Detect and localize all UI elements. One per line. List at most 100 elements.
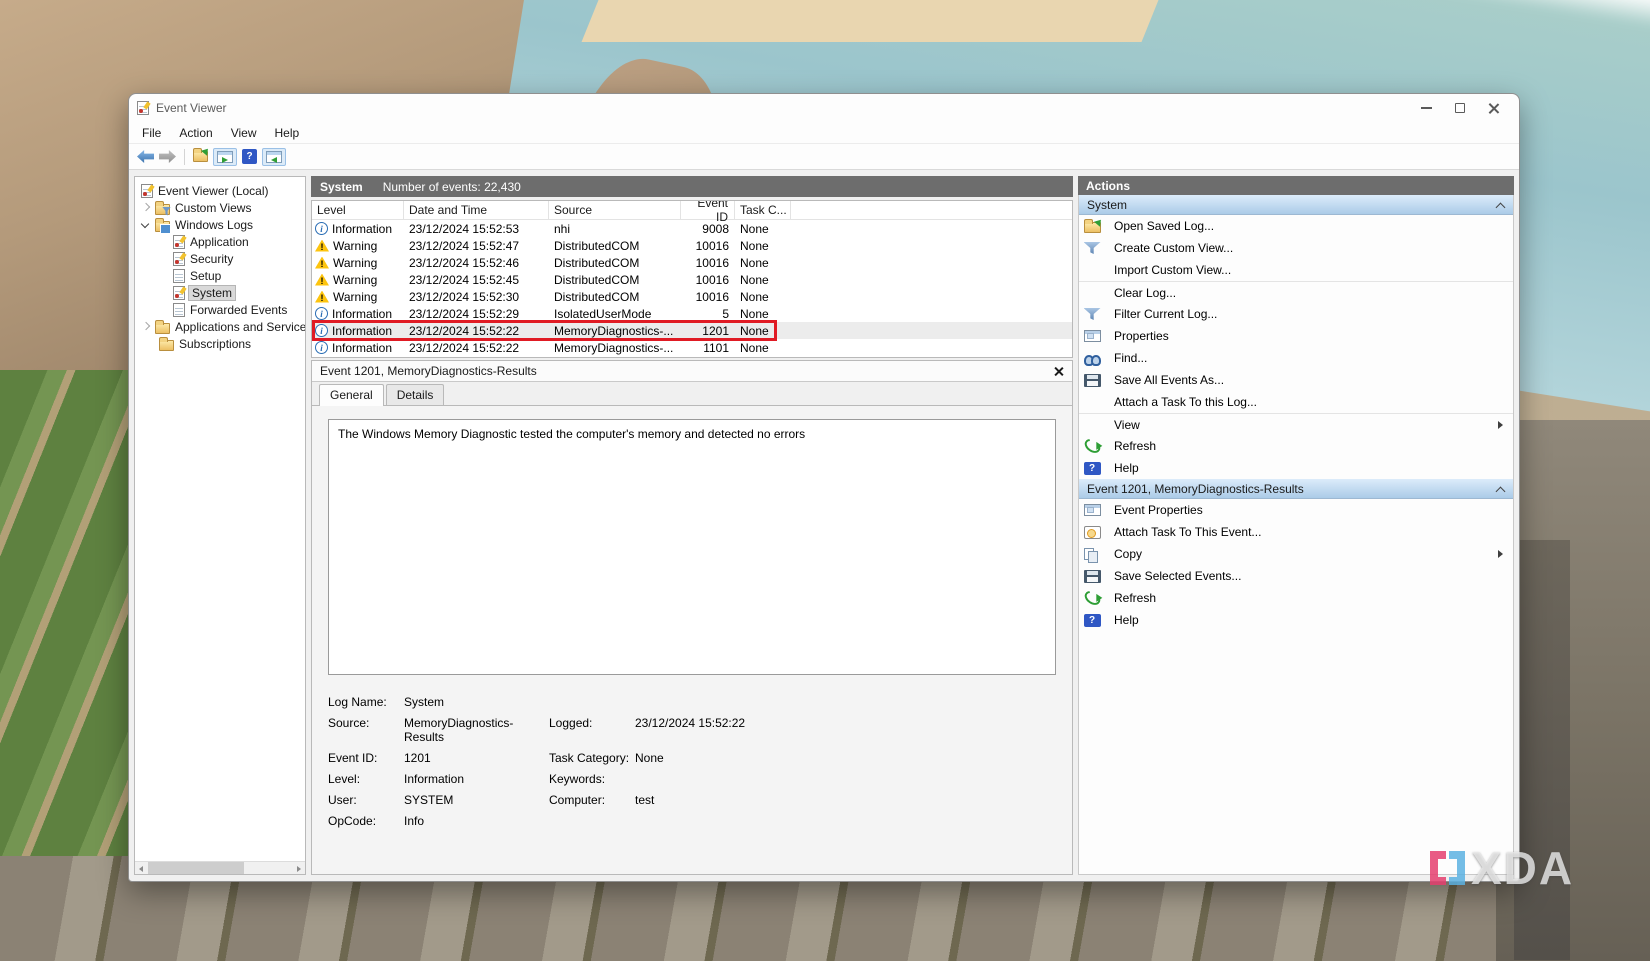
menu-action[interactable]: Action: [170, 124, 221, 142]
forward-icon[interactable]: [159, 150, 176, 163]
menu-file[interactable]: File: [133, 124, 170, 142]
tree-item-custom-views[interactable]: Custom Views: [135, 199, 305, 216]
field-label: OpCode:: [328, 814, 404, 828]
column-header-date[interactable]: Date and Time: [404, 201, 549, 219]
tree-item-event-viewer-local[interactable]: Event Viewer (Local): [135, 182, 305, 199]
field-label: Task Category:: [549, 751, 635, 765]
column-header-level[interactable]: Level: [312, 201, 404, 219]
field-value: [635, 772, 1056, 786]
action-help-event[interactable]: Help: [1079, 609, 1513, 631]
table-row[interactable]: Warning 23/12/2024 15:52:45 DistributedC…: [312, 271, 1072, 288]
tree-item-forwarded-events[interactable]: Forwarded Events: [135, 301, 305, 318]
column-header-task[interactable]: Task C...: [735, 201, 791, 219]
action-refresh[interactable]: Refresh: [1079, 435, 1513, 457]
action-open-saved-log[interactable]: Open Saved Log...: [1079, 215, 1513, 237]
show-action-pane-button[interactable]: [262, 148, 286, 166]
field-label: Logged:: [549, 716, 635, 744]
action-event-properties[interactable]: Event Properties: [1079, 499, 1513, 521]
action-attach-task-event[interactable]: Attach Task To This Event...: [1079, 521, 1513, 543]
table-row-selected[interactable]: Information 23/12/2024 15:52:22 MemoryDi…: [312, 322, 1072, 339]
action-save-all-events[interactable]: Save All Events As...: [1079, 369, 1513, 391]
action-save-selected-events[interactable]: Save Selected Events...: [1079, 565, 1513, 587]
folder-icon: [159, 340, 174, 351]
table-row[interactable]: Information 23/12/2024 15:52:53 nhi 9008…: [312, 220, 1072, 237]
close-preview-icon[interactable]: [1053, 366, 1064, 377]
show-console-tree-button[interactable]: [213, 148, 237, 166]
tree-item-system[interactable]: System: [135, 284, 305, 301]
tree-item-application[interactable]: Application: [135, 233, 305, 250]
action-find[interactable]: Find...: [1079, 347, 1513, 369]
field-value: System: [404, 695, 549, 709]
table-row[interactable]: Warning 23/12/2024 15:52:30 DistributedC…: [312, 288, 1072, 305]
menu-help[interactable]: Help: [266, 124, 309, 142]
table-row[interactable]: Information 23/12/2024 15:52:29 Isolated…: [312, 305, 1072, 322]
field-label: Computer:: [549, 793, 635, 807]
action-properties[interactable]: Properties: [1079, 325, 1513, 347]
open-saved-log-icon[interactable]: [193, 151, 208, 162]
actions-group-system[interactable]: System: [1079, 195, 1513, 215]
action-import-custom-view[interactable]: Import Custom View...: [1079, 259, 1513, 281]
table-row[interactable]: Warning 23/12/2024 15:52:46 DistributedC…: [312, 254, 1072, 271]
toolbar-separator: [184, 149, 185, 165]
tree-item-security[interactable]: Security: [135, 250, 305, 267]
tree-item-subscriptions[interactable]: Subscriptions: [135, 335, 305, 352]
action-view[interactable]: View: [1079, 413, 1513, 435]
minimize-icon: [1421, 107, 1432, 109]
close-button[interactable]: [1477, 97, 1511, 119]
tree-item-windows-logs[interactable]: Windows Logs: [135, 216, 305, 233]
tree-horizontal-scrollbar[interactable]: [135, 861, 305, 874]
action-help[interactable]: Help: [1079, 457, 1513, 479]
action-copy[interactable]: Copy: [1079, 543, 1513, 565]
collapse-group-icon[interactable]: [1497, 485, 1505, 493]
tree-item-setup[interactable]: Setup: [135, 267, 305, 284]
action-pane-icon: [266, 151, 282, 163]
toolbar: [129, 144, 1519, 170]
title-bar[interactable]: Event Viewer: [129, 94, 1519, 122]
help-icon[interactable]: [242, 149, 257, 164]
maximize-button[interactable]: [1443, 97, 1477, 119]
bracket-left-icon: [1430, 851, 1446, 885]
help-icon: [1084, 462, 1101, 475]
minimize-button[interactable]: [1409, 97, 1443, 119]
expand-chevron-icon[interactable]: [141, 322, 151, 332]
preview-tabs: General Details: [312, 382, 1072, 405]
table-row[interactable]: Warning 23/12/2024 15:52:47 DistributedC…: [312, 237, 1072, 254]
custom-views-folder-icon: [155, 204, 170, 215]
expand-chevron-icon[interactable]: [141, 203, 151, 213]
action-refresh-event[interactable]: Refresh: [1079, 587, 1513, 609]
event-description[interactable]: The Windows Memory Diagnostic tested the…: [328, 419, 1056, 675]
column-header-event-id[interactable]: Event ID: [681, 201, 735, 219]
log-header-bar: System Number of events: 22,430: [311, 176, 1073, 197]
event-table: Level Date and Time Source Event ID Task…: [311, 200, 1073, 358]
information-icon: [315, 341, 328, 354]
tab-details[interactable]: Details: [386, 384, 445, 405]
action-clear-log[interactable]: Clear Log...: [1079, 281, 1513, 303]
scroll-right-icon[interactable]: [292, 862, 305, 874]
selected-tree-item-label: System: [188, 285, 236, 301]
menu-view[interactable]: View: [222, 124, 266, 142]
scrollbar-thumb[interactable]: [148, 862, 244, 874]
window-title: Event Viewer: [156, 101, 226, 115]
event-viewer-window: Event Viewer File Action View Help: [128, 93, 1520, 882]
scroll-left-icon[interactable]: [135, 862, 148, 874]
actions-group-event[interactable]: Event 1201, MemoryDiagnostics-Results: [1079, 479, 1513, 499]
action-create-custom-view[interactable]: Create Custom View...: [1079, 237, 1513, 259]
field-value: Information: [404, 772, 549, 786]
event-viewer-app-icon: [137, 101, 149, 115]
maximize-icon: [1455, 103, 1465, 113]
action-attach-task-log[interactable]: Attach a Task To this Log...: [1079, 391, 1513, 413]
collapse-chevron-icon[interactable]: [141, 220, 151, 230]
back-icon[interactable]: [137, 150, 154, 163]
filter-icon: [1084, 242, 1101, 254]
field-label: User:: [328, 793, 404, 807]
field-value: None: [635, 751, 1056, 765]
action-filter-current-log[interactable]: Filter Current Log...: [1079, 303, 1513, 325]
collapse-group-icon[interactable]: [1497, 201, 1505, 209]
desktop: Event Viewer File Action View Help: [0, 0, 1650, 961]
log-icon: [173, 269, 185, 283]
tree-item-applications-services[interactable]: Applications and Services Lo: [135, 318, 305, 335]
column-header-source[interactable]: Source: [549, 201, 681, 219]
tab-general[interactable]: General: [319, 384, 384, 406]
log-name: System: [320, 180, 363, 194]
table-row[interactable]: Information 23/12/2024 15:52:22 MemoryDi…: [312, 339, 1072, 356]
